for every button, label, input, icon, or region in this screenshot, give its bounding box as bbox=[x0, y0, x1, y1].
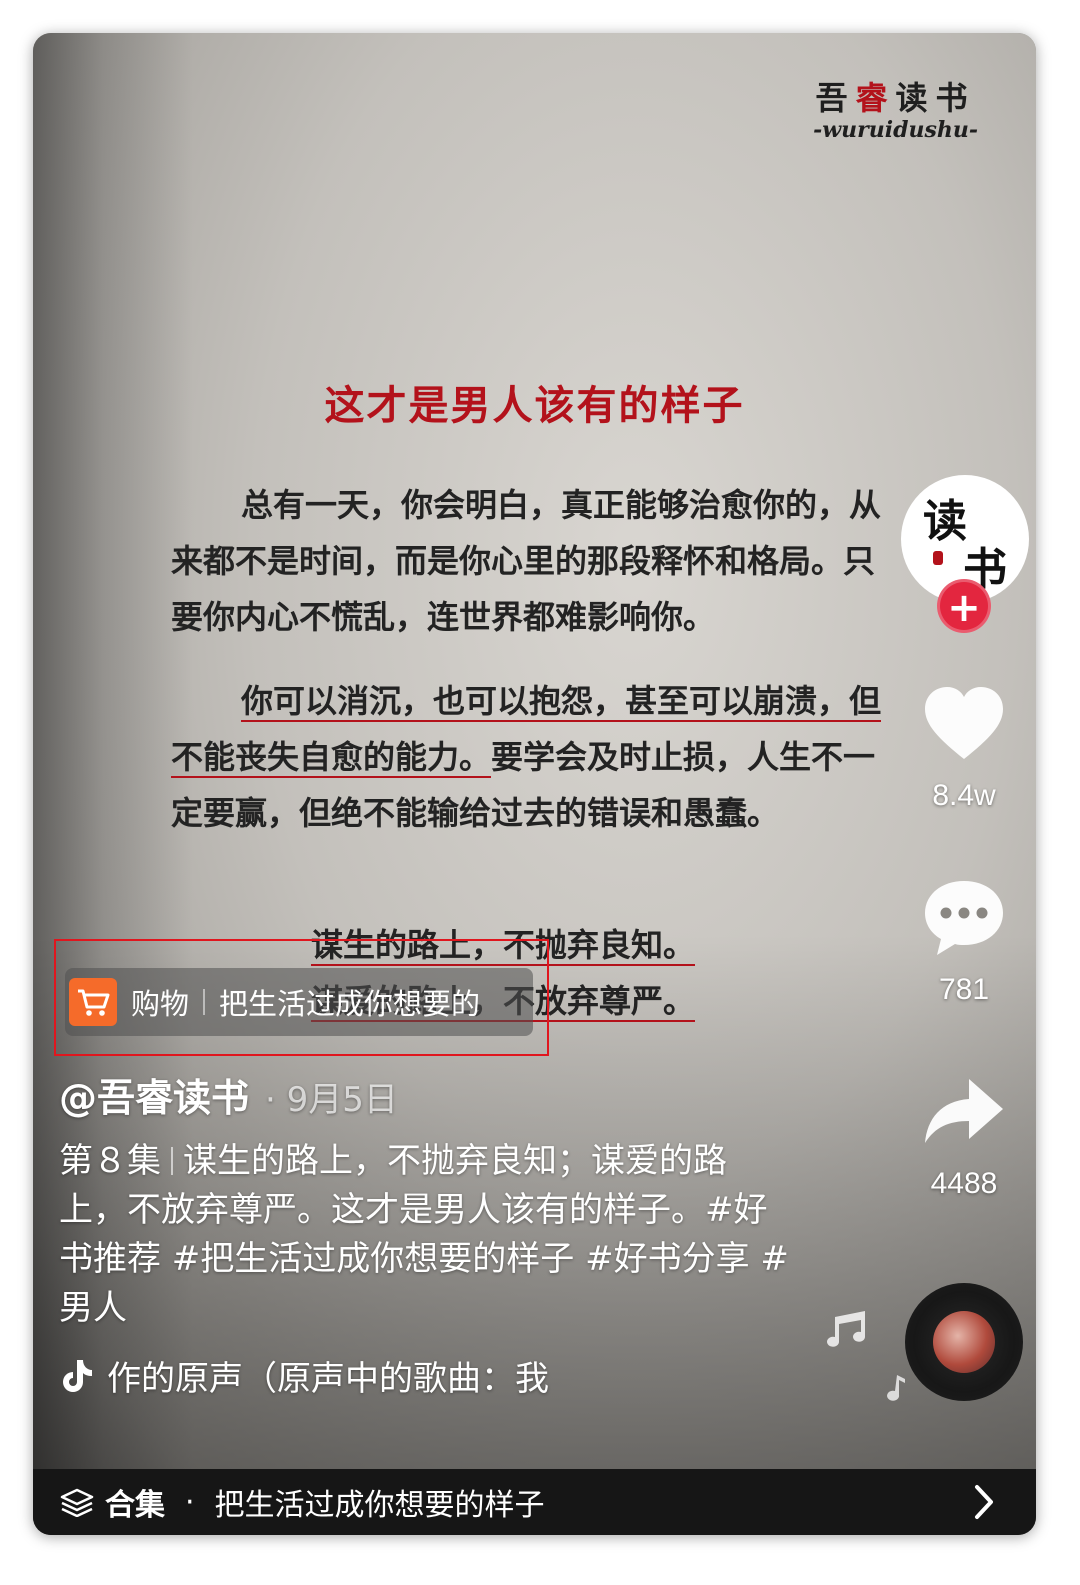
music-disc[interactable] bbox=[905, 1283, 1023, 1401]
post-caption[interactable]: 第８集 谋生的路上，不抛弃良知；谋爱的路上，不放弃尊严。这才是男人该有的样子。#好… bbox=[59, 1137, 789, 1333]
highlight-annotation-box bbox=[54, 939, 549, 1056]
like-heart-icon[interactable] bbox=[919, 679, 1009, 769]
book-paragraph-1: 总有一天，你会明白，真正能够治愈你的，从来都不是时间，而是你心里的那段释怀和格局… bbox=[171, 486, 882, 636]
share-count: 4488 bbox=[930, 1167, 998, 1200]
collection-title: 把生活过成你想要的样子 bbox=[214, 1488, 545, 1523]
chevron-right-icon[interactable] bbox=[972, 1483, 996, 1521]
watermark-logo: 吾睿读书 -wuruidushu- bbox=[813, 79, 978, 143]
video-frame[interactable]: 吾睿读书 -wuruidushu- 这才是男人该有的样子 总有一天，你会明白，真… bbox=[33, 33, 1036, 1535]
like-count: 8.4w bbox=[932, 779, 996, 812]
book-page-title: 这才是男人该有的样子 bbox=[324, 382, 745, 429]
comment-bubble-icon[interactable] bbox=[919, 873, 1009, 963]
tiktok-logo-icon bbox=[63, 1359, 92, 1392]
music-ticker[interactable]: 作的原声（原声中的歌曲：我 bbox=[59, 1351, 559, 1400]
episode-label: 第８集 bbox=[59, 1141, 161, 1181]
music-note-small-icon bbox=[887, 1375, 905, 1401]
disc-cover-image bbox=[933, 1311, 995, 1373]
author-handle[interactable]: @吾睿读书 · 9月5日 bbox=[59, 1067, 398, 1122]
follow-button[interactable]: + bbox=[937, 579, 991, 633]
book-paragraph-2: 你可以消沉，也可以抱怨，甚至可以崩溃，但不能丧失自愈的能力。要学会及时止损，人生… bbox=[171, 682, 882, 832]
share-arrow-icon[interactable] bbox=[919, 1069, 1009, 1159]
comment-count: 781 bbox=[938, 973, 990, 1006]
collection-bar[interactable]: 合集 · 把生活过成你想要的样子 bbox=[33, 1469, 1036, 1535]
music-note-icon bbox=[827, 1311, 865, 1347]
collection-label: 合集 bbox=[105, 1488, 165, 1523]
layers-icon bbox=[60, 1488, 94, 1517]
post-date: · 9月5日 bbox=[265, 1080, 398, 1120]
